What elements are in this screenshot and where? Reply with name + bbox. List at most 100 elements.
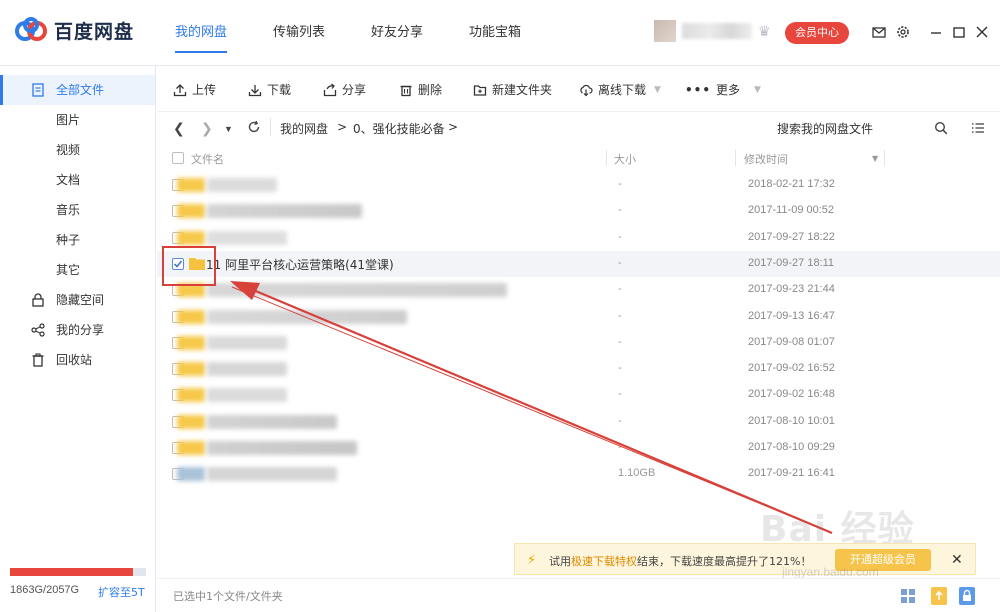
more-button[interactable]: ••• 更多 ▼ bbox=[685, 81, 761, 99]
column-name[interactable]: 文件名 bbox=[191, 151, 224, 167]
share-icon bbox=[31, 323, 45, 337]
sidebar-item-other[interactable]: 其它 bbox=[0, 255, 155, 285]
sidebar-item-label: 全部文件 bbox=[56, 83, 105, 97]
cloud-download-icon bbox=[580, 84, 593, 97]
file-size: - bbox=[618, 309, 622, 322]
column-divider[interactable] bbox=[606, 150, 607, 166]
file-name-blurred[interactable] bbox=[207, 178, 277, 192]
sidebar-item-label: 文档 bbox=[56, 173, 81, 187]
forward-icon[interactable]: ❯ bbox=[201, 120, 213, 137]
upload-button[interactable]: 上传 bbox=[173, 81, 216, 99]
tab-toolbox[interactable]: 功能宝箱 bbox=[457, 0, 533, 66]
close-icon[interactable]: ✕ bbox=[951, 551, 963, 568]
sidebar-item-videos[interactable]: 视频 bbox=[0, 135, 155, 165]
table-row[interactable]: - 2018-02-21 17:32 bbox=[157, 172, 1000, 198]
sidebar-item-hidden-space[interactable]: 隐藏空间 bbox=[0, 285, 155, 315]
upload-tool-icon[interactable] bbox=[930, 586, 948, 606]
storage-bar bbox=[10, 568, 146, 576]
folder-icon bbox=[177, 414, 205, 429]
logo-text: 百度网盘 bbox=[54, 20, 135, 43]
tab-transfer-list[interactable]: 传输列表 bbox=[261, 0, 337, 66]
notice-highlight[interactable]: 极速下载特权 bbox=[571, 555, 637, 568]
table-row[interactable]: - 2017-09-23 21:44 bbox=[157, 277, 1000, 303]
file-name-blurred[interactable] bbox=[207, 230, 287, 245]
logo[interactable]: 百度网盘 bbox=[14, 16, 134, 44]
table-row[interactable]: 1.10GB 2017-09-21 16:41 bbox=[157, 461, 1000, 487]
share-button[interactable]: 分享 bbox=[323, 81, 366, 99]
sidebar-item-label: 种子 bbox=[56, 233, 81, 247]
file-name-blurred[interactable] bbox=[207, 204, 362, 219]
list-view-icon[interactable] bbox=[971, 121, 985, 135]
mail-icon[interactable] bbox=[871, 24, 887, 40]
delete-button[interactable]: 删除 bbox=[399, 81, 442, 99]
file-name-blurred[interactable] bbox=[207, 335, 287, 350]
sidebar-item-my-shares[interactable]: 我的分享 bbox=[0, 315, 155, 345]
maximize-icon[interactable] bbox=[951, 24, 967, 40]
download-label: 下载 bbox=[267, 83, 292, 97]
folder-icon bbox=[177, 204, 205, 219]
sidebar-item-images[interactable]: 图片 bbox=[0, 105, 155, 135]
file-name-blurred[interactable] bbox=[207, 414, 337, 429]
back-icon[interactable]: ❮ bbox=[173, 120, 185, 137]
file-name-blurred[interactable] bbox=[207, 388, 287, 403]
column-divider[interactable] bbox=[735, 150, 736, 166]
column-divider[interactable] bbox=[884, 150, 885, 166]
file-modified-date: 2017-09-27 18:22 bbox=[748, 230, 835, 243]
column-size[interactable]: 大小 bbox=[614, 151, 636, 167]
grid-view-icon[interactable] bbox=[900, 588, 916, 604]
file-modified-date: 2017-09-08 01:07 bbox=[748, 335, 835, 348]
gear-icon[interactable] bbox=[895, 24, 911, 40]
sidebar-item-torrents[interactable]: 种子 bbox=[0, 225, 155, 255]
select-all-checkbox[interactable] bbox=[172, 152, 184, 164]
file-name-blurred[interactable] bbox=[207, 441, 357, 455]
user-area[interactable]: ♛ bbox=[654, 20, 771, 42]
file-name-blurred[interactable] bbox=[207, 362, 287, 377]
sidebar-item-music[interactable]: 音乐 bbox=[0, 195, 155, 225]
table-row[interactable]: - 2017-08-10 09:29 bbox=[157, 435, 1000, 461]
minimize-icon[interactable] bbox=[928, 24, 944, 40]
new-folder-button[interactable]: 新建文件夹 bbox=[473, 81, 552, 99]
refresh-icon[interactable] bbox=[247, 120, 261, 134]
file-size: - bbox=[618, 388, 622, 401]
column-modified[interactable]: 修改时间 bbox=[744, 151, 788, 167]
table-row[interactable]: - 2017-08-10 10:01 bbox=[157, 409, 1000, 435]
table-row[interactable]: - 2017-11-09 00:52 bbox=[157, 198, 1000, 224]
sort-arrow-icon[interactable]: ▼ bbox=[872, 154, 878, 163]
lock-tool-icon[interactable] bbox=[958, 586, 976, 606]
sidebar-item-documents[interactable]: 文档 bbox=[0, 165, 155, 195]
file-size: - bbox=[618, 441, 622, 453]
table-row[interactable]: - 2017-09-02 16:48 bbox=[157, 382, 1000, 408]
table-row[interactable]: - 2017-09-13 16:47 bbox=[157, 304, 1000, 330]
table-row[interactable]: - 2017-09-02 16:52 bbox=[157, 356, 1000, 382]
breadcrumb-current[interactable]: 0、强化技能必备 bbox=[353, 120, 445, 137]
chevron-down-icon[interactable]: ▼ bbox=[754, 81, 761, 99]
file-icon bbox=[32, 83, 44, 97]
chevron-down-icon[interactable]: ▼ bbox=[654, 81, 661, 99]
sidebar-item-all-files[interactable]: 全部文件 bbox=[0, 75, 155, 105]
sidebar-item-recycle-bin[interactable]: 回收站 bbox=[0, 345, 155, 375]
folder-icon bbox=[177, 335, 205, 350]
share-arrow-icon bbox=[323, 83, 337, 97]
expand-storage-link[interactable]: 扩容至5T bbox=[98, 584, 145, 600]
upload-label: 上传 bbox=[192, 83, 217, 97]
breadcrumb-root[interactable]: 我的网盘 bbox=[280, 120, 328, 137]
tab-friend-share[interactable]: 好友分享 bbox=[359, 0, 435, 66]
offline-download-button[interactable]: 离线下载 ▼ bbox=[579, 81, 661, 99]
history-dropdown-icon[interactable]: ▼ bbox=[224, 124, 233, 134]
table-row[interactable]: - 2017-09-08 01:07 bbox=[157, 330, 1000, 356]
file-name-blurred[interactable] bbox=[207, 467, 337, 482]
tab-my-disk[interactable]: 我的网盘 bbox=[163, 0, 239, 66]
table-row[interactable]: - 2017-09-27 18:22 bbox=[157, 225, 1000, 251]
search-icon[interactable] bbox=[934, 121, 948, 135]
watermark-url: jingyan.baidu.com bbox=[782, 565, 879, 579]
download-button[interactable]: 下载 bbox=[248, 81, 291, 99]
vip-center-button[interactable]: 会员中心 bbox=[785, 22, 849, 44]
table-row[interactable]: 11 阿里平台核心运营策略(41堂课) - 2017-09-27 18:11 bbox=[157, 250, 1000, 277]
close-icon[interactable] bbox=[974, 24, 990, 40]
file-name[interactable]: 11 阿里平台核心运营策略(41堂课) bbox=[206, 256, 394, 273]
avatar[interactable] bbox=[654, 20, 676, 42]
file-name-blurred[interactable] bbox=[207, 309, 407, 324]
search-input[interactable]: 搜索我的网盘文件 bbox=[777, 120, 873, 137]
file-name-blurred[interactable] bbox=[207, 283, 507, 298]
file-modified-date: 2017-08-10 09:29 bbox=[748, 441, 835, 453]
